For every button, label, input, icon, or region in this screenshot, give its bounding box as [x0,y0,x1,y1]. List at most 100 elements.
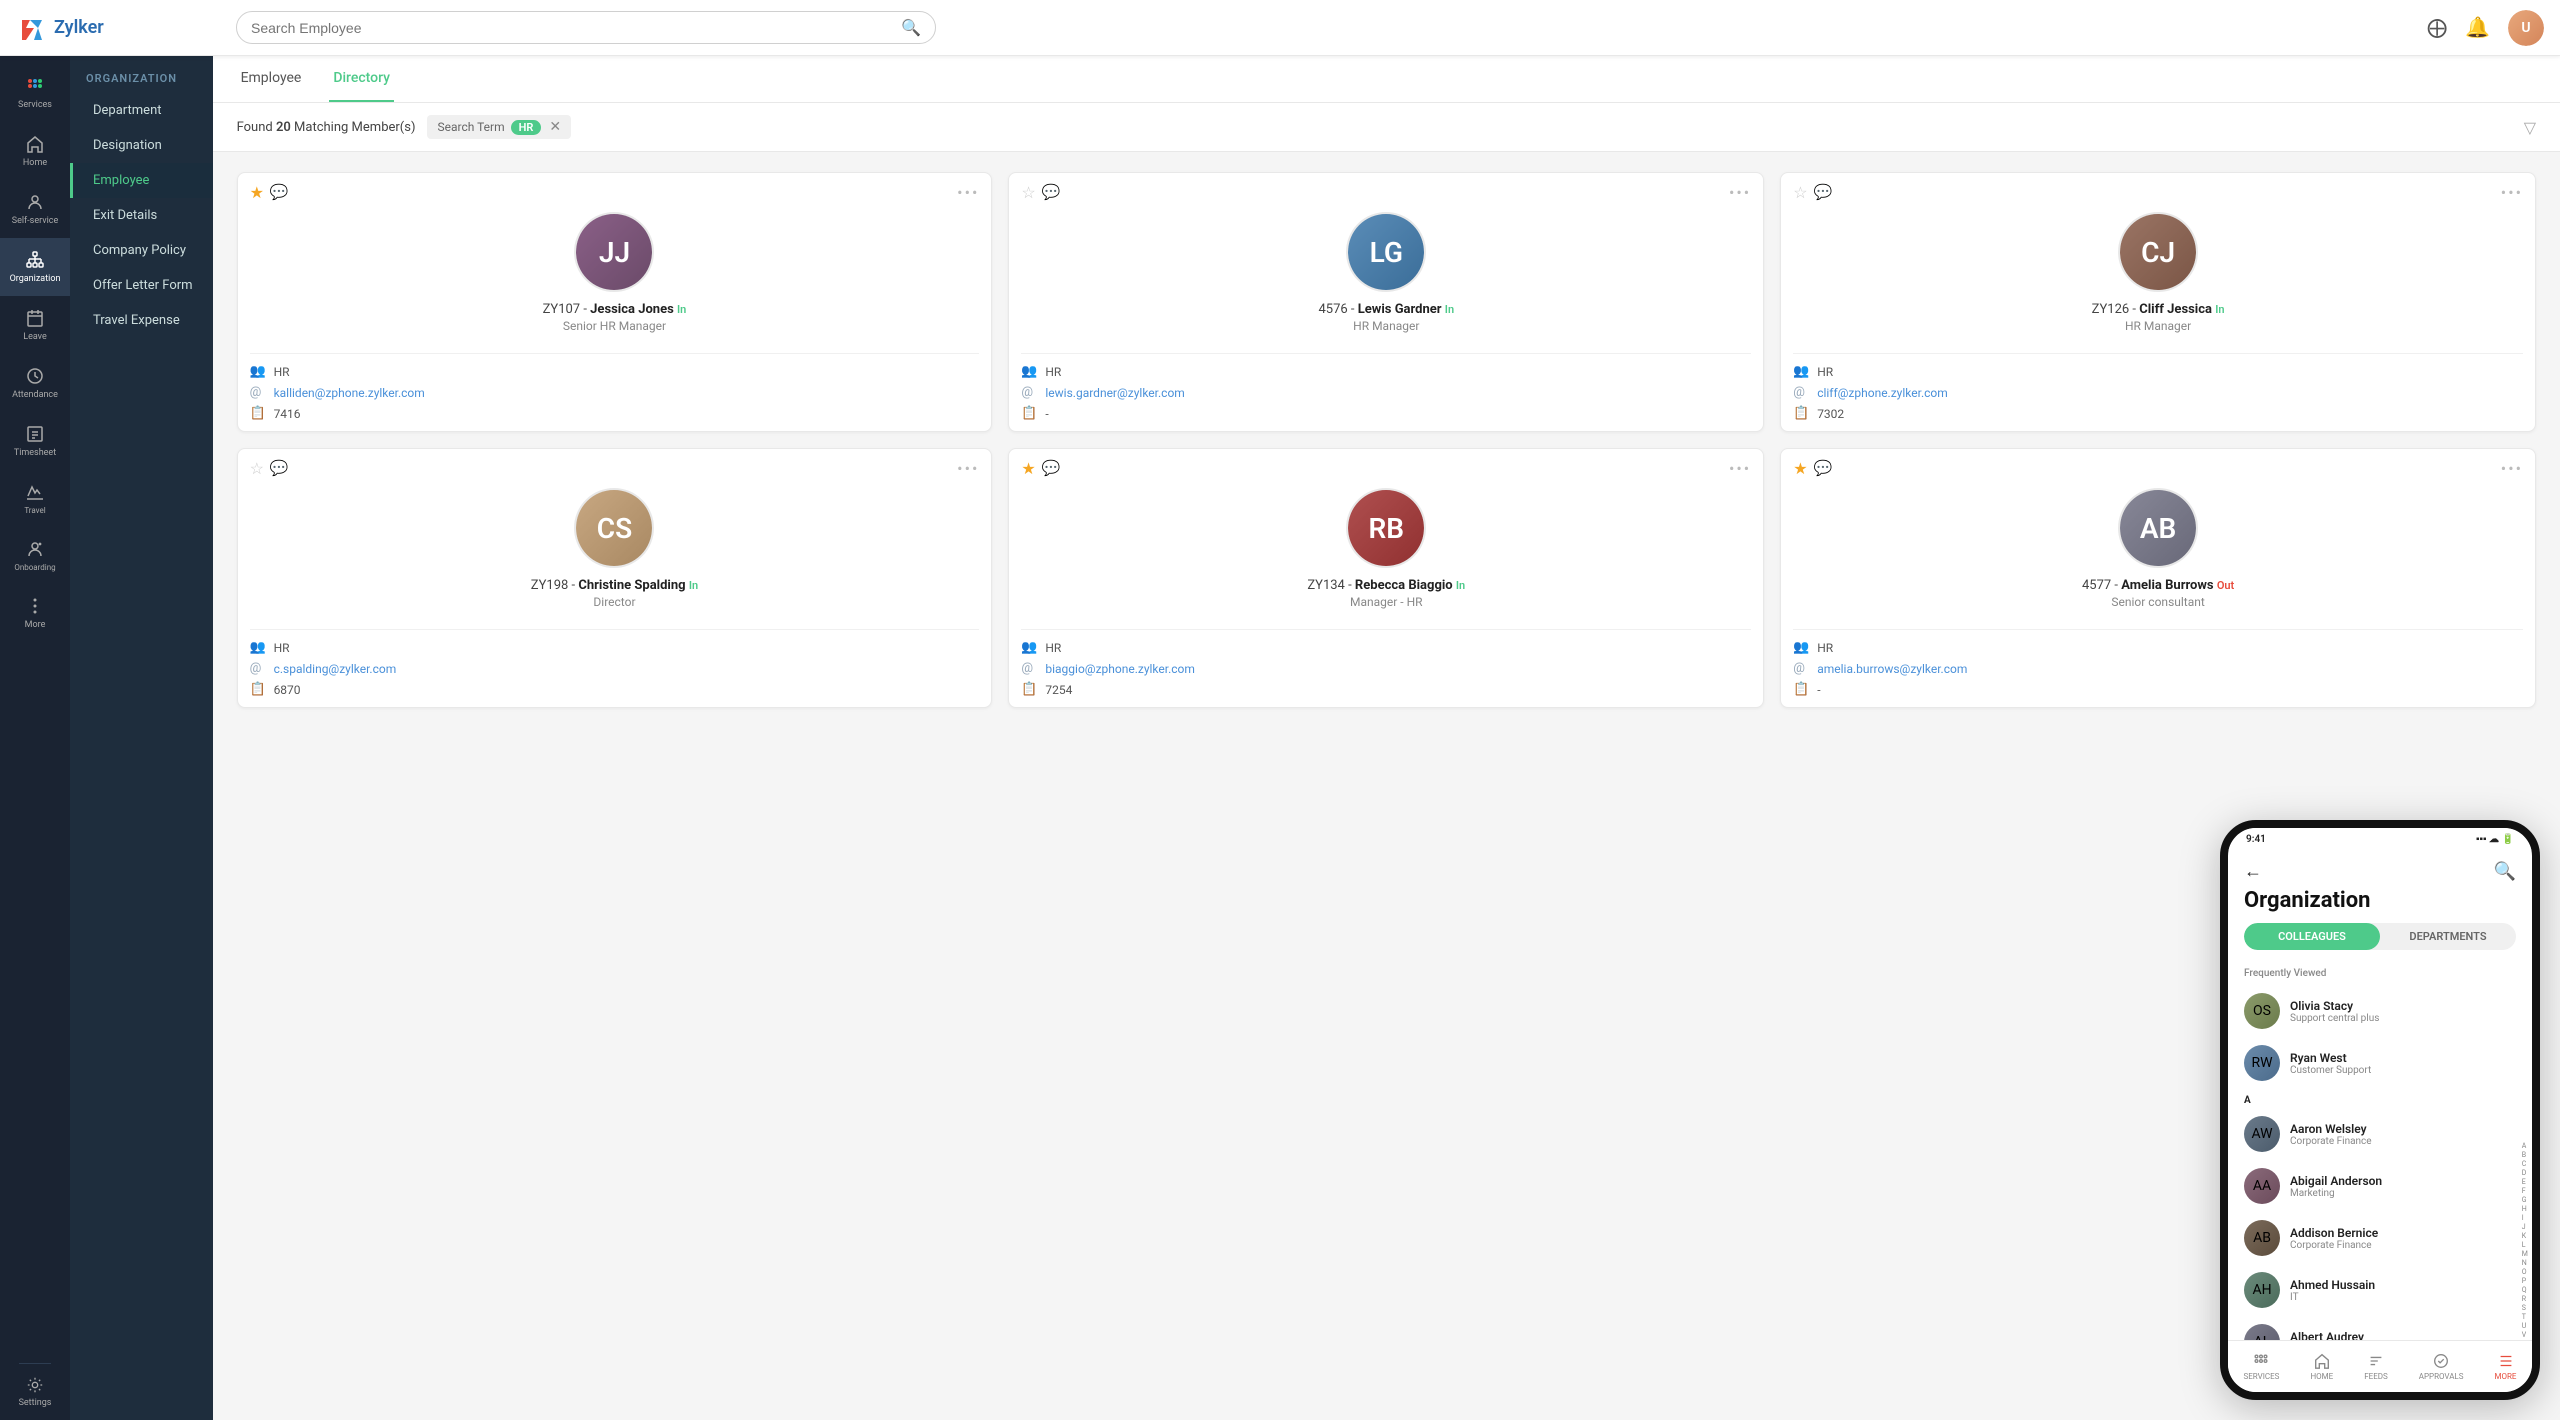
alpha-J[interactable]: J [2522,1223,2528,1231]
alpha-V[interactable]: V [2522,1331,2528,1339]
chat-icon-4[interactable]: 💬 [1042,459,1061,478]
mobile-nav-home[interactable]: HOME [2310,1352,2333,1381]
alpha-F[interactable]: F [2522,1187,2528,1195]
sidebar-item-home[interactable]: Home [0,122,70,180]
star-icon-4[interactable]: ★ [1021,459,1035,478]
sidebar-menu-employee[interactable]: Employee [70,163,213,198]
alpha-I[interactable]: I [2522,1214,2528,1222]
chat-icon-1[interactable]: 💬 [1042,183,1061,202]
star-icon-5[interactable]: ★ [1793,459,1807,478]
mobile-nav-home-label: HOME [2310,1372,2333,1381]
sidebar-menu-policy[interactable]: Company Policy [70,233,213,268]
sidebar-item-leave-label: Leave [23,332,47,342]
alpha-T[interactable]: T [2522,1313,2528,1321]
search-tag-close[interactable]: ✕ [549,119,561,135]
email-link-3[interactable]: c.spalding@zylker.com [274,662,397,676]
filter-icon[interactable]: ▽ [2524,118,2536,137]
tab-directory[interactable]: Directory [329,56,394,102]
chat-icon-0[interactable]: 💬 [270,183,289,202]
card-avatar-section-3: CS ZY198 - Christine Spalding In Directo… [238,488,992,629]
star-icon-0[interactable]: ★ [250,183,264,202]
mobile-person-aaron[interactable]: AW Aaron Welsley Corporate Finance [2228,1108,2532,1160]
more-dots-5[interactable]: ••• [2501,459,2523,478]
tab-employee[interactable]: Employee [237,56,306,102]
alpha-C[interactable]: C [2522,1160,2528,1168]
alpha-M[interactable]: M [2522,1250,2528,1258]
sidebar-item-services[interactable]: Services [0,64,70,122]
sidebar-item-organization[interactable]: Organization [0,238,70,296]
chat-icon-5[interactable]: 💬 [1814,459,1833,478]
mobile-search-button[interactable]: 🔍 [2494,861,2516,882]
employee-name-2: ZY126 - Cliff Jessica In [2092,302,2225,317]
more-dots-4[interactable]: ••• [1729,459,1751,478]
sidebar-menu-offer[interactable]: Offer Letter Form [70,268,213,303]
card-details-2: 👥HR @cliff@zphone.zylker.com 📋7302 [1781,354,2535,431]
sidebar-item-more[interactable]: More [0,584,70,642]
card-avatar-section-5: AB 4577 - Amelia Burrows Out Senior cons… [1781,488,2535,629]
email-link-0[interactable]: kalliden@zphone.zylker.com [274,386,425,400]
settings-button[interactable]: Settings [19,1363,52,1420]
star-icon-1[interactable]: ☆ [1021,183,1035,202]
alpha-N[interactable]: N [2522,1259,2528,1267]
alpha-Q[interactable]: Q [2522,1286,2528,1294]
mobile-nav-services[interactable]: SERVICES [2244,1352,2280,1381]
avatar-placeholder-5: AB [2120,488,2196,568]
email-link-5[interactable]: amelia.burrows@zylker.com [1817,662,1967,676]
alpha-E[interactable]: E [2522,1178,2528,1186]
user-avatar[interactable]: U [2508,10,2544,46]
mobile-avatar-addison: AB [2244,1220,2280,1256]
mobile-person-ryan[interactable]: RW Ryan West Customer Support [2228,1037,2532,1089]
sidebar-item-self-service[interactable]: Self-service [0,180,70,238]
alpha-D[interactable]: D [2522,1169,2528,1177]
sidebar-item-onboarding[interactable]: Onboarding [0,527,70,584]
alpha-L[interactable]: L [2522,1241,2528,1249]
chat-icon-3[interactable]: 💬 [270,459,289,478]
mobile-person-abigail[interactable]: AA Abigail Anderson Marketing [2228,1160,2532,1212]
search-input[interactable] [251,20,901,36]
alpha-G[interactable]: G [2522,1196,2528,1204]
alpha-H[interactable]: H [2522,1205,2528,1213]
search-submit-icon[interactable]: 🔍 [901,18,921,37]
add-button[interactable]: ⨁ [2427,15,2447,40]
alpha-A[interactable]: A [2522,1142,2528,1150]
email-link-4[interactable]: biaggio@zphone.zylker.com [1045,662,1195,676]
sidebar-menu-designation[interactable]: Designation [70,128,213,163]
more-dots-1[interactable]: ••• [1729,183,1751,202]
sidebar-item-attendance-label: Attendance [12,390,58,400]
toggle-departments[interactable]: DEPARTMENTS [2380,923,2516,950]
sidebar-menu-exit[interactable]: Exit Details [70,198,213,233]
star-icon-3[interactable]: ☆ [250,459,264,478]
more-dots-0[interactable]: ••• [957,183,979,202]
email-link-1[interactable]: lewis.gardner@zylker.com [1045,386,1184,400]
mobile-person-addison[interactable]: AB Addison Bernice Corporate Finance [2228,1212,2532,1264]
alpha-U[interactable]: U [2522,1322,2528,1330]
toggle-colleagues[interactable]: COLLEAGUES [2244,923,2380,950]
mobile-person-olivia[interactable]: OS Olivia Stacy Support central plus [2228,985,2532,1037]
notifications-button[interactable]: 🔔 [2465,15,2490,40]
sidebar-icons: Services Home Self-service Organization … [0,56,70,1420]
mobile-nav-approvals[interactable]: APPROVALS [2419,1352,2464,1381]
sidebar-item-timesheet[interactable]: Timesheet [0,412,70,470]
alpha-K[interactable]: K [2522,1232,2528,1240]
email-link-2[interactable]: cliff@zphone.zylker.com [1817,386,1948,400]
alpha-S[interactable]: S [2522,1304,2528,1312]
sidebar-menu-department[interactable]: Department [70,93,213,128]
mobile-title: Organization [2228,882,2532,923]
mobile-nav-feeds[interactable]: FEEDS [2364,1352,2388,1381]
sidebar-item-attendance[interactable]: Attendance [0,354,70,412]
chat-icon-2[interactable]: 💬 [1814,183,1833,202]
sidebar-item-leave[interactable]: Leave [0,296,70,354]
mobile-back-button[interactable]: ← [2244,861,2262,882]
more-dots-3[interactable]: ••• [957,459,979,478]
alpha-B[interactable]: B [2522,1151,2528,1159]
alpha-O[interactable]: O [2522,1268,2528,1276]
alpha-P[interactable]: P [2522,1277,2528,1285]
alpha-R[interactable]: R [2522,1295,2528,1303]
sidebar-menu-travel[interactable]: Travel Expense [70,303,213,338]
more-dots-2[interactable]: ••• [2501,183,2523,202]
mobile-nav-more[interactable]: MORE [2495,1352,2517,1381]
mobile-scroll-list[interactable]: Frequently Viewed OS Olivia Stacy Suppor… [2228,962,2532,1368]
star-icon-2[interactable]: ☆ [1793,183,1807,202]
sidebar-item-travel[interactable]: Travel [0,470,70,527]
mobile-person-ahmed[interactable]: AH Ahmed Hussain IT [2228,1264,2532,1316]
